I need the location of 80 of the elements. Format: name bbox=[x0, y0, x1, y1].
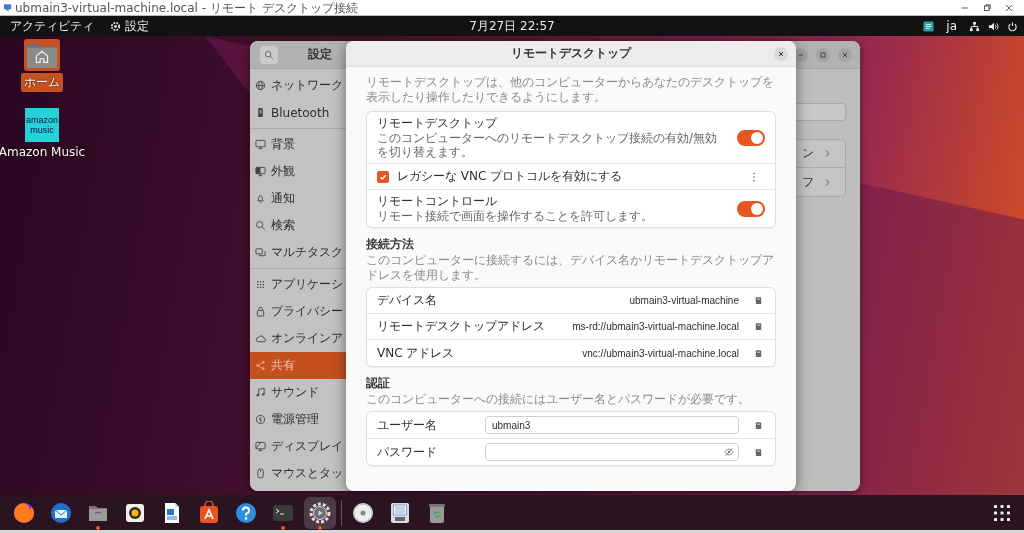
row-label: フ bbox=[802, 173, 814, 191]
section-heading: 認証 bbox=[366, 376, 391, 391]
disc-icon bbox=[351, 500, 375, 525]
grid-icon bbox=[255, 279, 266, 290]
row-label: ン bbox=[802, 145, 814, 162]
option-subtitle: リモート接続で画面を操作することを許可します。 bbox=[377, 209, 654, 223]
toggle-switch[interactable] bbox=[737, 200, 765, 217]
window-title: 設定 bbox=[308, 46, 332, 63]
section-description: このコンピューターへの接続にはユーザー名とパスワードが必要です。 bbox=[366, 392, 751, 407]
row-value: ubmain3-virtual-machine bbox=[628, 295, 739, 306]
username-field[interactable]: ubmain3 bbox=[485, 416, 739, 434]
sidebar-item[interactable]: マウスとタッ bbox=[250, 460, 399, 487]
row-value: ms-rd://ubmain3-virtual-machine.local bbox=[571, 321, 739, 332]
cloud-icon bbox=[255, 333, 266, 344]
chevron-icon bbox=[824, 149, 831, 158]
checkbox[interactable] bbox=[377, 170, 389, 183]
toggle-switch[interactable] bbox=[737, 129, 765, 146]
option-title: リモートコントロール bbox=[377, 194, 498, 209]
row-label: リモートデスクトップアドレス bbox=[377, 318, 545, 335]
music-app-icon: amazon music bbox=[25, 108, 59, 142]
search-icon bbox=[264, 49, 274, 60]
eye-slash-icon[interactable] bbox=[724, 447, 734, 457]
clipboard-icon bbox=[753, 420, 763, 430]
clipboard-icon bbox=[753, 348, 763, 358]
section-description: このコンピューターに接続するには、デバイス名かリモートデスクトップアドレスを使用します。 bbox=[366, 253, 775, 283]
windows-icon bbox=[255, 247, 266, 258]
bell-icon bbox=[255, 193, 266, 204]
field-label: パスワード bbox=[377, 443, 438, 461]
option-title: リモートデスクトップ bbox=[377, 116, 499, 131]
input-method-indicator[interactable]: ja bbox=[942, 19, 961, 33]
window-title: ubmain3-virtual-machine.local - リモート デスクトップ接続 bbox=[15, 0, 358, 15]
share-icon bbox=[255, 360, 266, 371]
monitor-icon bbox=[3, 3, 12, 12]
option-subtitle: このコンピューターへのリモートデスクトップ接続の有効/無効を切り替えます。 bbox=[377, 131, 719, 159]
close-button[interactable] bbox=[838, 47, 852, 62]
dialog-title: リモートデスクトップ bbox=[511, 45, 631, 62]
shopping-bag-icon bbox=[197, 500, 221, 525]
power-icon bbox=[255, 414, 266, 425]
keyboard-indicator-icon[interactable] bbox=[923, 20, 935, 32]
drive-icon bbox=[388, 500, 412, 525]
gear-icon bbox=[308, 500, 332, 525]
sidebar-item[interactable]: 外観 bbox=[250, 158, 399, 185]
close-button[interactable] bbox=[774, 47, 788, 61]
clipboard-icon bbox=[753, 322, 763, 331]
music-note-icon bbox=[255, 387, 266, 398]
close-button[interactable] bbox=[1004, 2, 1014, 13]
network-icon[interactable] bbox=[969, 20, 980, 32]
search-button[interactable] bbox=[260, 45, 278, 64]
search-icon bbox=[255, 220, 266, 231]
monitor-icon bbox=[255, 441, 266, 452]
monitor-icon bbox=[255, 166, 266, 177]
folder-icon bbox=[24, 39, 60, 71]
volume-icon[interactable] bbox=[988, 20, 999, 32]
mouse-icon bbox=[255, 468, 266, 479]
monitor-icon bbox=[255, 139, 266, 150]
section-heading: 接続方法 bbox=[366, 237, 415, 252]
restore-button[interactable] bbox=[982, 2, 992, 13]
close-icon bbox=[776, 49, 786, 59]
mail-icon bbox=[49, 500, 73, 525]
clipboard-icon bbox=[753, 447, 763, 457]
checkbox-label: レガシーな VNC プロトコルを有効にする bbox=[397, 169, 624, 184]
clock[interactable]: 7月27日 22:57 bbox=[469, 16, 555, 36]
phone-icon bbox=[255, 107, 266, 118]
description-text: リモートデスクトップは、他のコンピューターからあなたのデスクトップを表示したり操作したりできるようにします。 bbox=[366, 75, 775, 105]
gear-icon bbox=[110, 20, 121, 32]
chevron-icon bbox=[824, 177, 831, 187]
activities-button[interactable]: アクティビティ bbox=[0, 16, 104, 36]
globe-icon bbox=[255, 80, 266, 91]
app-menu[interactable]: 設定 bbox=[104, 16, 155, 36]
password-field[interactable] bbox=[485, 443, 739, 461]
power-icon[interactable] bbox=[1007, 20, 1018, 32]
clipboard-icon bbox=[753, 296, 763, 305]
row-value: vnc://ubmain3-virtual-machine.local bbox=[581, 347, 739, 359]
row-label: デバイス名 bbox=[377, 292, 437, 309]
lock-icon bbox=[255, 306, 266, 317]
help-icon bbox=[234, 500, 258, 525]
maximize-icon bbox=[818, 49, 828, 60]
browser-icon bbox=[12, 500, 36, 525]
dock-item[interactable] bbox=[304, 496, 336, 529]
field-label: ユーザー名 bbox=[377, 416, 438, 434]
